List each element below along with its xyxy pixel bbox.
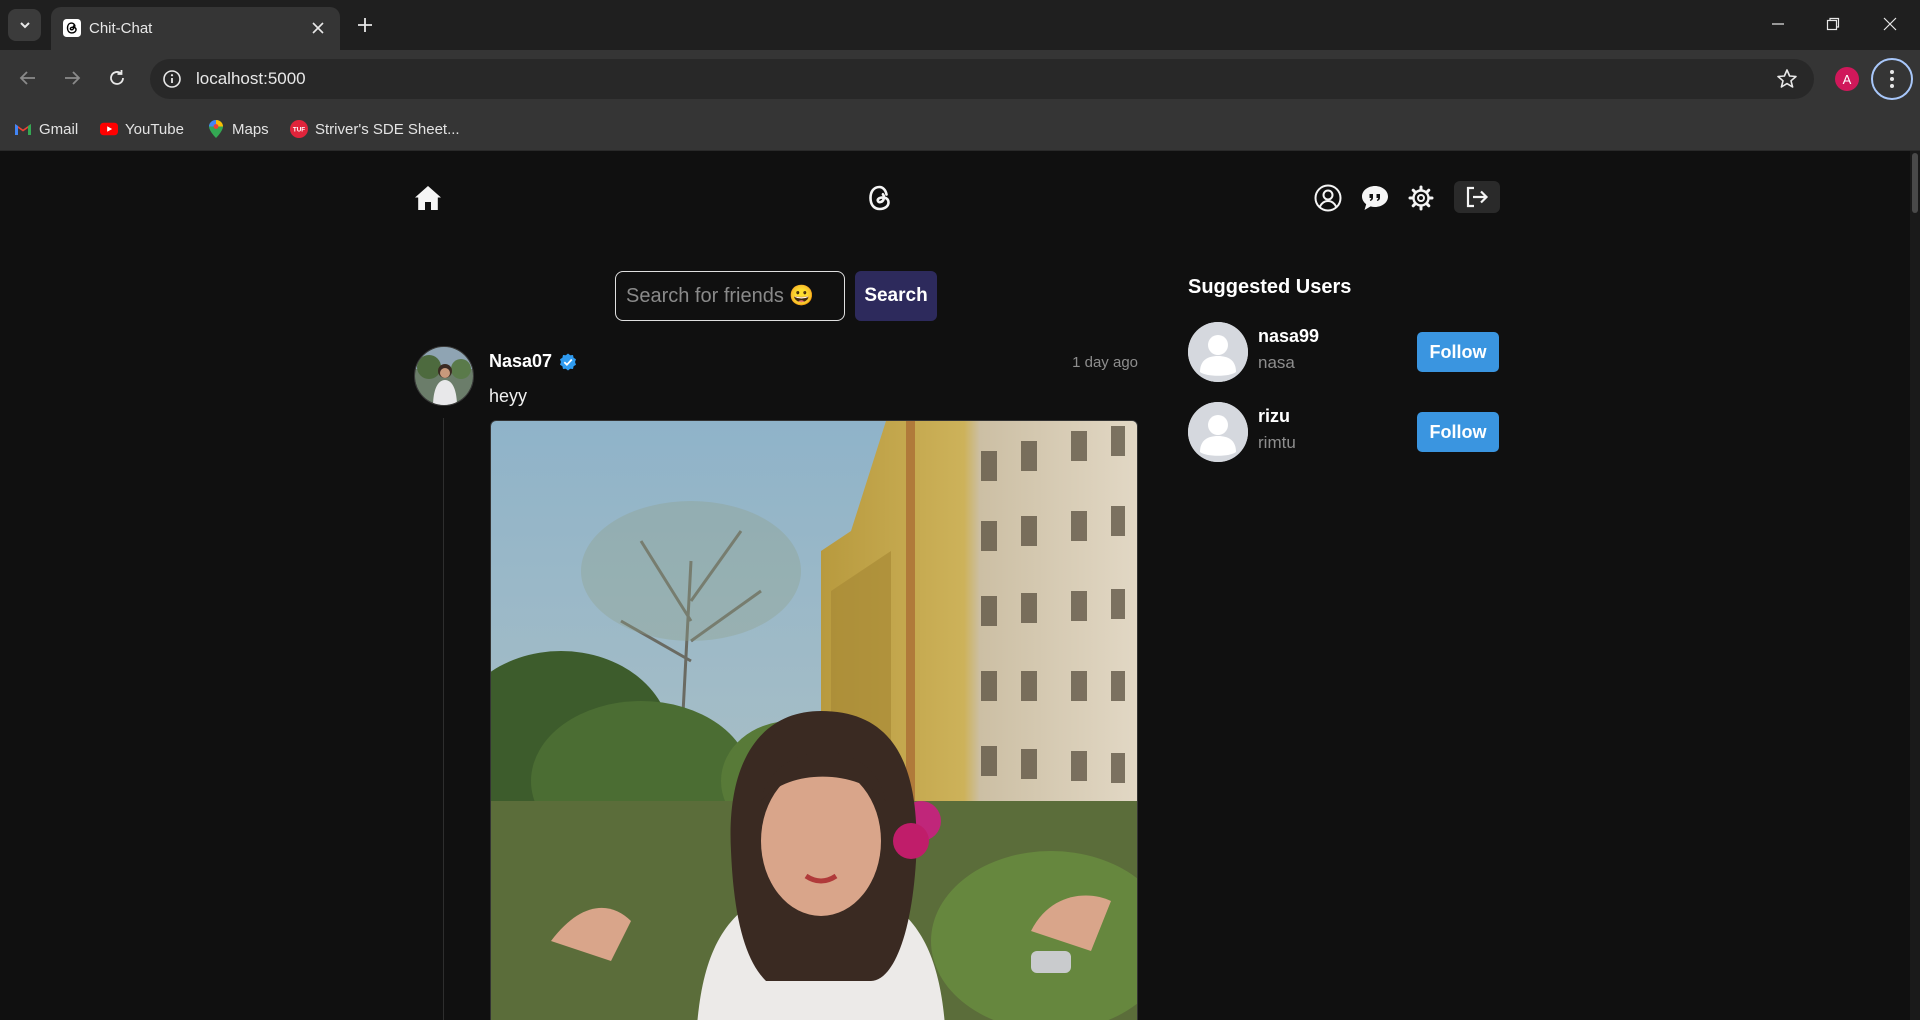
close-icon xyxy=(312,22,324,34)
gear-icon xyxy=(1408,185,1434,211)
bookmarks-bar: Gmail YouTube Maps TUF Striver's SDE She… xyxy=(0,108,1920,151)
app-header xyxy=(414,176,1500,220)
user-circle-icon xyxy=(1314,184,1342,212)
profile-avatar[interactable]: A xyxy=(1835,67,1859,91)
browser-tab[interactable]: Chit-Chat xyxy=(51,7,340,50)
new-tab-button[interactable] xyxy=(352,12,378,38)
arrow-right-icon xyxy=(65,71,81,85)
back-button[interactable] xyxy=(13,63,43,93)
chat-link[interactable] xyxy=(1361,184,1389,212)
tab-title: Chit-Chat xyxy=(89,20,153,37)
settings-link[interactable] xyxy=(1407,184,1435,212)
threads-icon xyxy=(869,185,890,211)
post-username[interactable]: Nasa07 xyxy=(489,351,552,372)
threads-logo[interactable] xyxy=(864,182,896,214)
minimize-icon xyxy=(1772,23,1784,25)
tab-close-button[interactable] xyxy=(308,18,328,38)
logout-icon xyxy=(1466,186,1489,208)
suggested-name: nasa xyxy=(1258,353,1295,372)
suggested-username[interactable]: nasa99 xyxy=(1258,326,1319,347)
browser-tab-bar: Chit-Chat xyxy=(0,0,1920,50)
star-icon[interactable] xyxy=(1776,68,1798,90)
verified-badge-icon xyxy=(560,353,577,370)
post-author: Nasa07 xyxy=(489,351,577,372)
chat-quote-icon xyxy=(1362,186,1388,210)
plus-icon xyxy=(358,18,372,32)
search-input[interactable] xyxy=(615,271,845,321)
home-link[interactable] xyxy=(414,184,442,212)
follow-button[interactable]: Follow xyxy=(1417,412,1499,452)
suggested-user-item: rizu rimtu Follow xyxy=(1188,402,1499,462)
bookmark-gmail[interactable]: Gmail xyxy=(14,116,78,142)
bookmark-youtube[interactable]: YouTube xyxy=(100,116,184,142)
logout-button[interactable] xyxy=(1454,181,1500,213)
bookmark-label: Striver's SDE Sheet... xyxy=(315,120,460,138)
threads-icon xyxy=(63,19,81,37)
bookmark-strivers-sheet[interactable]: TUF Striver's SDE Sheet... xyxy=(290,116,460,142)
arrow-left-icon xyxy=(19,71,35,85)
default-avatar-icon xyxy=(1188,322,1248,382)
suggested-username[interactable]: rizu xyxy=(1258,406,1290,427)
default-avatar-icon xyxy=(1188,402,1248,462)
bookmark-maps[interactable]: Maps xyxy=(207,116,269,142)
restore-icon xyxy=(1826,17,1840,31)
tuf-icon: TUF xyxy=(290,120,308,138)
suggested-name: rimtu xyxy=(1258,433,1296,452)
address-bar[interactable]: localhost:5000 xyxy=(150,59,1814,99)
scrollbar-thumb[interactable] xyxy=(1912,153,1918,213)
search-button[interactable]: Search xyxy=(855,271,937,321)
follow-button[interactable]: Follow xyxy=(1417,332,1499,372)
avatar[interactable] xyxy=(1188,322,1248,382)
restore-button[interactable] xyxy=(1813,8,1853,40)
browser-toolbar: localhost:5000 A xyxy=(0,50,1920,108)
post-image[interactable] xyxy=(490,420,1138,1020)
info-icon[interactable] xyxy=(162,69,182,89)
home-icon xyxy=(415,186,441,210)
suggested-users-title: Suggested Users xyxy=(1188,276,1352,298)
kebab-menu-icon xyxy=(1890,70,1894,88)
bookmark-label: Maps xyxy=(232,120,269,138)
profile-link[interactable] xyxy=(1314,184,1342,212)
post-author-avatar[interactable] xyxy=(414,346,474,406)
chevron-down-icon xyxy=(19,22,30,29)
avatar[interactable] xyxy=(1188,402,1248,462)
reload-icon xyxy=(110,70,124,85)
close-window-button[interactable] xyxy=(1870,8,1910,40)
page-viewport: Search Nasa07 1 day ago heyy xyxy=(0,151,1920,1020)
svg-text:TUF: TUF xyxy=(293,127,305,134)
suggested-user-item: nasa99 nasa Follow xyxy=(1188,322,1499,382)
maps-icon xyxy=(207,120,225,138)
close-icon xyxy=(1883,17,1897,31)
post-timestamp: 1 day ago xyxy=(1072,354,1138,371)
gmail-icon xyxy=(14,120,32,138)
bookmark-label: Gmail xyxy=(39,120,79,138)
reload-button[interactable] xyxy=(102,63,132,93)
page-scrollbar[interactable] xyxy=(1910,151,1920,1020)
post-card: Nasa07 1 day ago heyy xyxy=(414,346,1138,1020)
suggested-users: Suggested Users nasa99 nasa Follow rizu … xyxy=(1188,276,1499,462)
minimize-button[interactable] xyxy=(1758,8,1798,40)
bookmark-label: YouTube xyxy=(125,120,184,138)
forward-button[interactable] xyxy=(57,63,87,93)
youtube-icon xyxy=(100,120,118,138)
url-text[interactable]: localhost:5000 xyxy=(196,69,306,89)
browser-menu-button[interactable] xyxy=(1871,58,1913,100)
thread-line xyxy=(443,418,444,1020)
post-text: heyy xyxy=(489,386,528,406)
tab-search-button[interactable] xyxy=(8,9,41,41)
